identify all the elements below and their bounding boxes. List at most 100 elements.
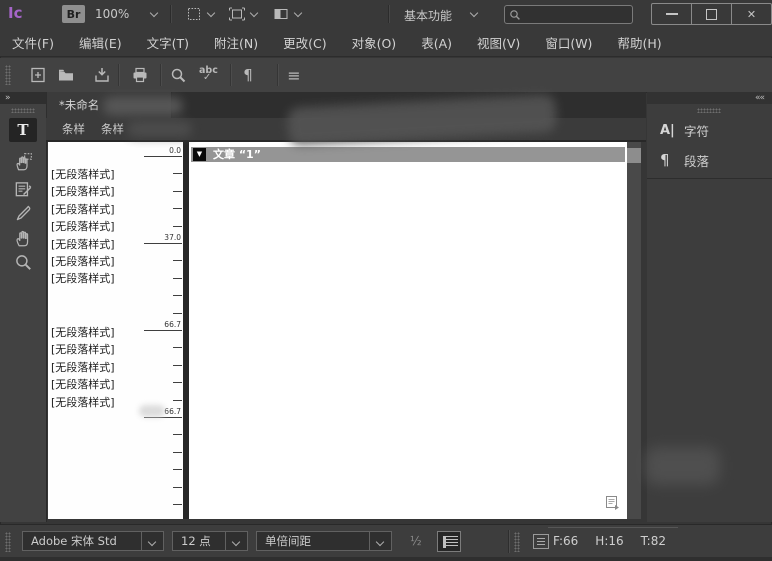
menu-item[interactable]: 编辑(E) [79, 33, 122, 52]
view-options-chevron-down-icon[interactable] [207, 10, 215, 18]
font-family-select[interactable]: Adobe 宋体 Std [22, 531, 164, 551]
zoom-chevron-down-icon[interactable] [150, 10, 158, 18]
view-tab[interactable]: 条样 [62, 121, 85, 137]
menu-item[interactable]: 帮助(H) [617, 33, 661, 52]
window-bottom-edge [0, 557, 772, 561]
position-tool[interactable] [0, 150, 46, 174]
workspace-switcher[interactable]: 基本功能 [404, 7, 452, 24]
menu-bar: 文件(F) 编辑(E) 文字(T) 附注(N) 更改(C) 对象(O) 表(A) 视图(V) 窗… [0, 28, 772, 57]
story-header-bar[interactable]: ▼ 文章 “1” [191, 147, 625, 162]
search-icon [509, 9, 521, 21]
story-editor-area[interactable]: ▼ 文章 “1” [189, 142, 627, 519]
hand-tool[interactable] [0, 226, 46, 250]
document-tab[interactable]: *未命名 [47, 92, 172, 118]
story-title: 文章 “1” [213, 147, 261, 162]
story-info-icon[interactable] [533, 534, 549, 549]
print-icon[interactable] [130, 65, 150, 85]
galley-appearance-toggle[interactable] [437, 531, 461, 552]
window-controls: ✕ [651, 3, 772, 25]
status-bar: Adobe 宋体 Std 12 点 单倍间距 ½ F:66H:16T:82 [0, 524, 772, 558]
font-size-select[interactable]: 12 点 [172, 531, 248, 551]
hidden-characters-icon[interactable]: ¶ [238, 65, 258, 85]
character-panel-label: 字符 [684, 121, 709, 140]
menu-item[interactable]: 文件(F) [12, 33, 54, 52]
depth-ruler-tick [173, 487, 182, 488]
search-input[interactable] [521, 7, 632, 22]
depth-ruler-tick [173, 208, 182, 209]
open-folder-icon[interactable] [56, 65, 76, 85]
depth-ruler-tick [173, 504, 182, 505]
menu-item[interactable]: 对象(O) [352, 33, 397, 52]
depth-ruler-tick [173, 365, 182, 366]
depth-ruler-label: 0.0 [144, 146, 182, 157]
close-button[interactable]: ✕ [731, 4, 771, 24]
depth-ruler-tick [173, 469, 182, 470]
depth-ruler-label: 66.7 [144, 320, 182, 331]
depth-ruler-tick [173, 278, 182, 279]
menu-item[interactable]: 附注(N) [214, 33, 258, 52]
depth-ruler-tick [173, 400, 182, 401]
arrange-documents-chevron-down-icon[interactable] [294, 10, 302, 18]
menu-item[interactable]: 文字(T) [147, 33, 189, 52]
expand-panels-icon[interactable]: «« [755, 92, 764, 104]
font-family-chevron[interactable] [141, 532, 163, 550]
title-bar: Ic Br 100% 基本功能 ✕ [0, 0, 772, 29]
paragraph-panel-label: 段落 [684, 151, 709, 170]
vertical-scrollbar[interactable] [627, 142, 641, 519]
copyfit-stat: F:66 [553, 534, 578, 548]
leading-chevron[interactable] [369, 532, 391, 550]
toolbar-gripper[interactable] [5, 65, 11, 85]
depth-ruler-tick [173, 191, 182, 192]
workspace-chevron-down-icon[interactable] [470, 10, 478, 18]
depth-ruler: 0.037.066.766.7 [48, 142, 183, 519]
paragraph-panel-button[interactable]: ¶ 段落 [647, 146, 772, 174]
depth-ruler-tick [173, 173, 182, 174]
right-panel-gripper[interactable] [697, 108, 721, 113]
maximize-button[interactable] [691, 4, 731, 24]
line-numbers-icon[interactable]: ½ [410, 534, 422, 548]
chevron-down-icon [376, 539, 384, 547]
eyedropper-tool[interactable] [0, 202, 46, 226]
view-options-icon[interactable] [184, 5, 204, 23]
zoom-tool[interactable] [0, 250, 46, 274]
statusbar-gripper[interactable] [514, 532, 520, 552]
right-dock-panel: «« A| 字符 ¶ 段落 [647, 92, 772, 522]
new-document-icon[interactable] [28, 65, 48, 85]
save-content-icon[interactable] [92, 65, 112, 85]
screen-mode-icon[interactable] [227, 5, 247, 23]
statusbar-gripper[interactable] [5, 532, 11, 552]
zoom-icon[interactable] [168, 65, 188, 85]
view-tab[interactable]: 条样 [101, 121, 124, 137]
font-family-value: Adobe 宋体 Std [23, 533, 141, 549]
incopy-logo: Ic [8, 4, 22, 22]
bridge-button[interactable]: Br [62, 5, 85, 23]
menu-item[interactable]: 窗口(W) [545, 33, 592, 52]
galley-appearance-icon [443, 536, 458, 548]
menu-item[interactable]: 表(A) [421, 33, 452, 52]
font-size-chevron[interactable] [225, 532, 247, 550]
type-tool[interactable]: T [9, 118, 37, 142]
character-panel-button[interactable]: A| 字符 [647, 116, 772, 144]
depth-ruler-label: 66.7 [144, 407, 182, 418]
spell-check-icon[interactable]: abc ✓ [198, 65, 218, 85]
arrange-documents-icon[interactable] [271, 5, 291, 23]
chevron-down-icon [232, 539, 240, 547]
copyfit-stats: F:66H:16T:82 [553, 534, 666, 548]
paragraph-styles-column: [无段落样式][无段落样式][无段落样式][无段落样式][无段落样式][无段落样… [48, 142, 183, 519]
menu-item[interactable]: 更改(C) [283, 33, 326, 52]
minimize-button[interactable] [652, 4, 691, 24]
note-tool[interactable] [0, 177, 46, 201]
toolbar-menu-icon[interactable]: ≡ [284, 65, 304, 85]
layout-jump-icon[interactable] [605, 495, 621, 514]
leading-select[interactable]: 单倍间距 [256, 531, 392, 551]
depth-ruler-tick [173, 434, 182, 435]
zoom-level-value[interactable]: 100% [95, 7, 129, 21]
paragraph-icon: ¶ [660, 151, 684, 169]
menu-item[interactable]: 视图(V) [477, 33, 520, 52]
incopy-application-window: { "titlebar": { "logo_text": "Ic", "brid… [0, 0, 772, 561]
tools-panel-header[interactable]: » [0, 92, 46, 104]
tools-panel-gripper[interactable] [11, 108, 35, 113]
story-collapse-triangle-icon[interactable]: ▼ [193, 148, 206, 161]
scrollbar-top-block[interactable] [627, 148, 641, 163]
screen-mode-chevron-down-icon[interactable] [250, 10, 258, 18]
